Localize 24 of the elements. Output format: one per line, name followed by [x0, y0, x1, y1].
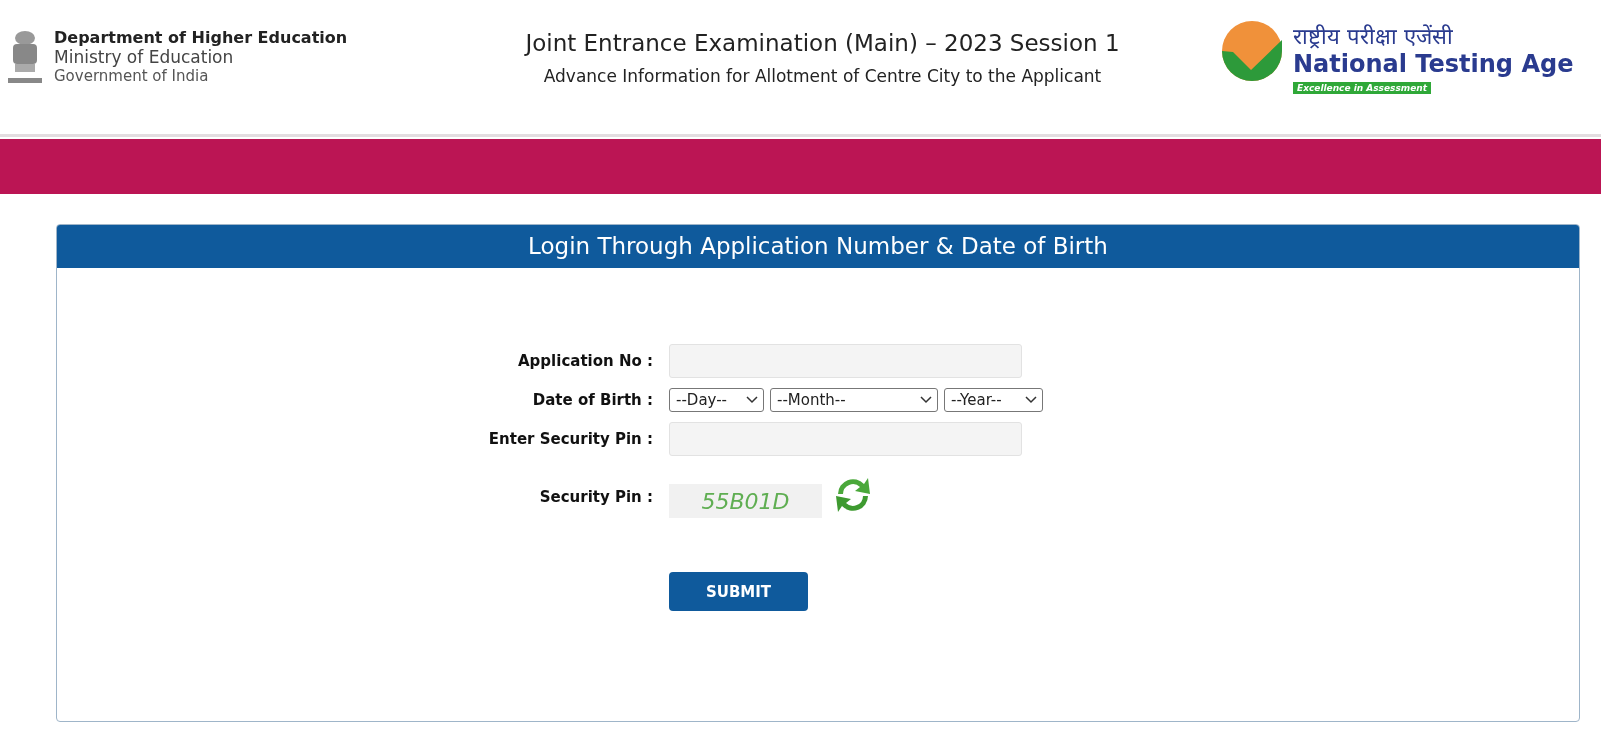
submit-button[interactable]: SUBMIT: [669, 572, 808, 611]
agency-hindi-name: राष्ट्रीय परीक्षा एजेंसी: [1293, 23, 1454, 50]
dropdown[interactable]: --Year--: [944, 388, 1043, 412]
panel-title: Login Through Application Number & Date of Birth: [57, 225, 1579, 268]
input-field[interactable]: [669, 344, 1022, 378]
field-label: Security Pin :: [539, 488, 653, 506]
field-label: Application No :: [518, 352, 653, 370]
chevron-down-icon: [746, 396, 758, 404]
agency-tagline: Excellence in Assessment: [1293, 82, 1431, 94]
checkmark-logo-icon: [1221, 20, 1283, 82]
government-name: Government of India: [54, 67, 210, 85]
field-label: Date of Birth :: [532, 391, 653, 409]
dropdown[interactable]: --Month--: [770, 388, 938, 412]
input-field[interactable]: [669, 422, 1022, 456]
department-name: Department of Higher Education: [54, 28, 348, 47]
agency-name: National Testing Age: [1293, 50, 1574, 78]
exam-subtitle: Advance Information for Allotment of Centre City to the Applicant: [543, 66, 1102, 86]
exam-title: Joint Entrance Examination (Main) – 2023 Session 1: [525, 30, 1120, 56]
field-label: Enter Security Pin :: [488, 430, 653, 448]
captcha-image: 55B01D: [669, 484, 822, 518]
dropdown[interactable]: --Day--: [669, 388, 764, 412]
chevron-down-icon: [920, 396, 932, 404]
ministry-name: Ministry of Education: [54, 47, 235, 67]
chevron-down-icon: [1025, 396, 1037, 404]
